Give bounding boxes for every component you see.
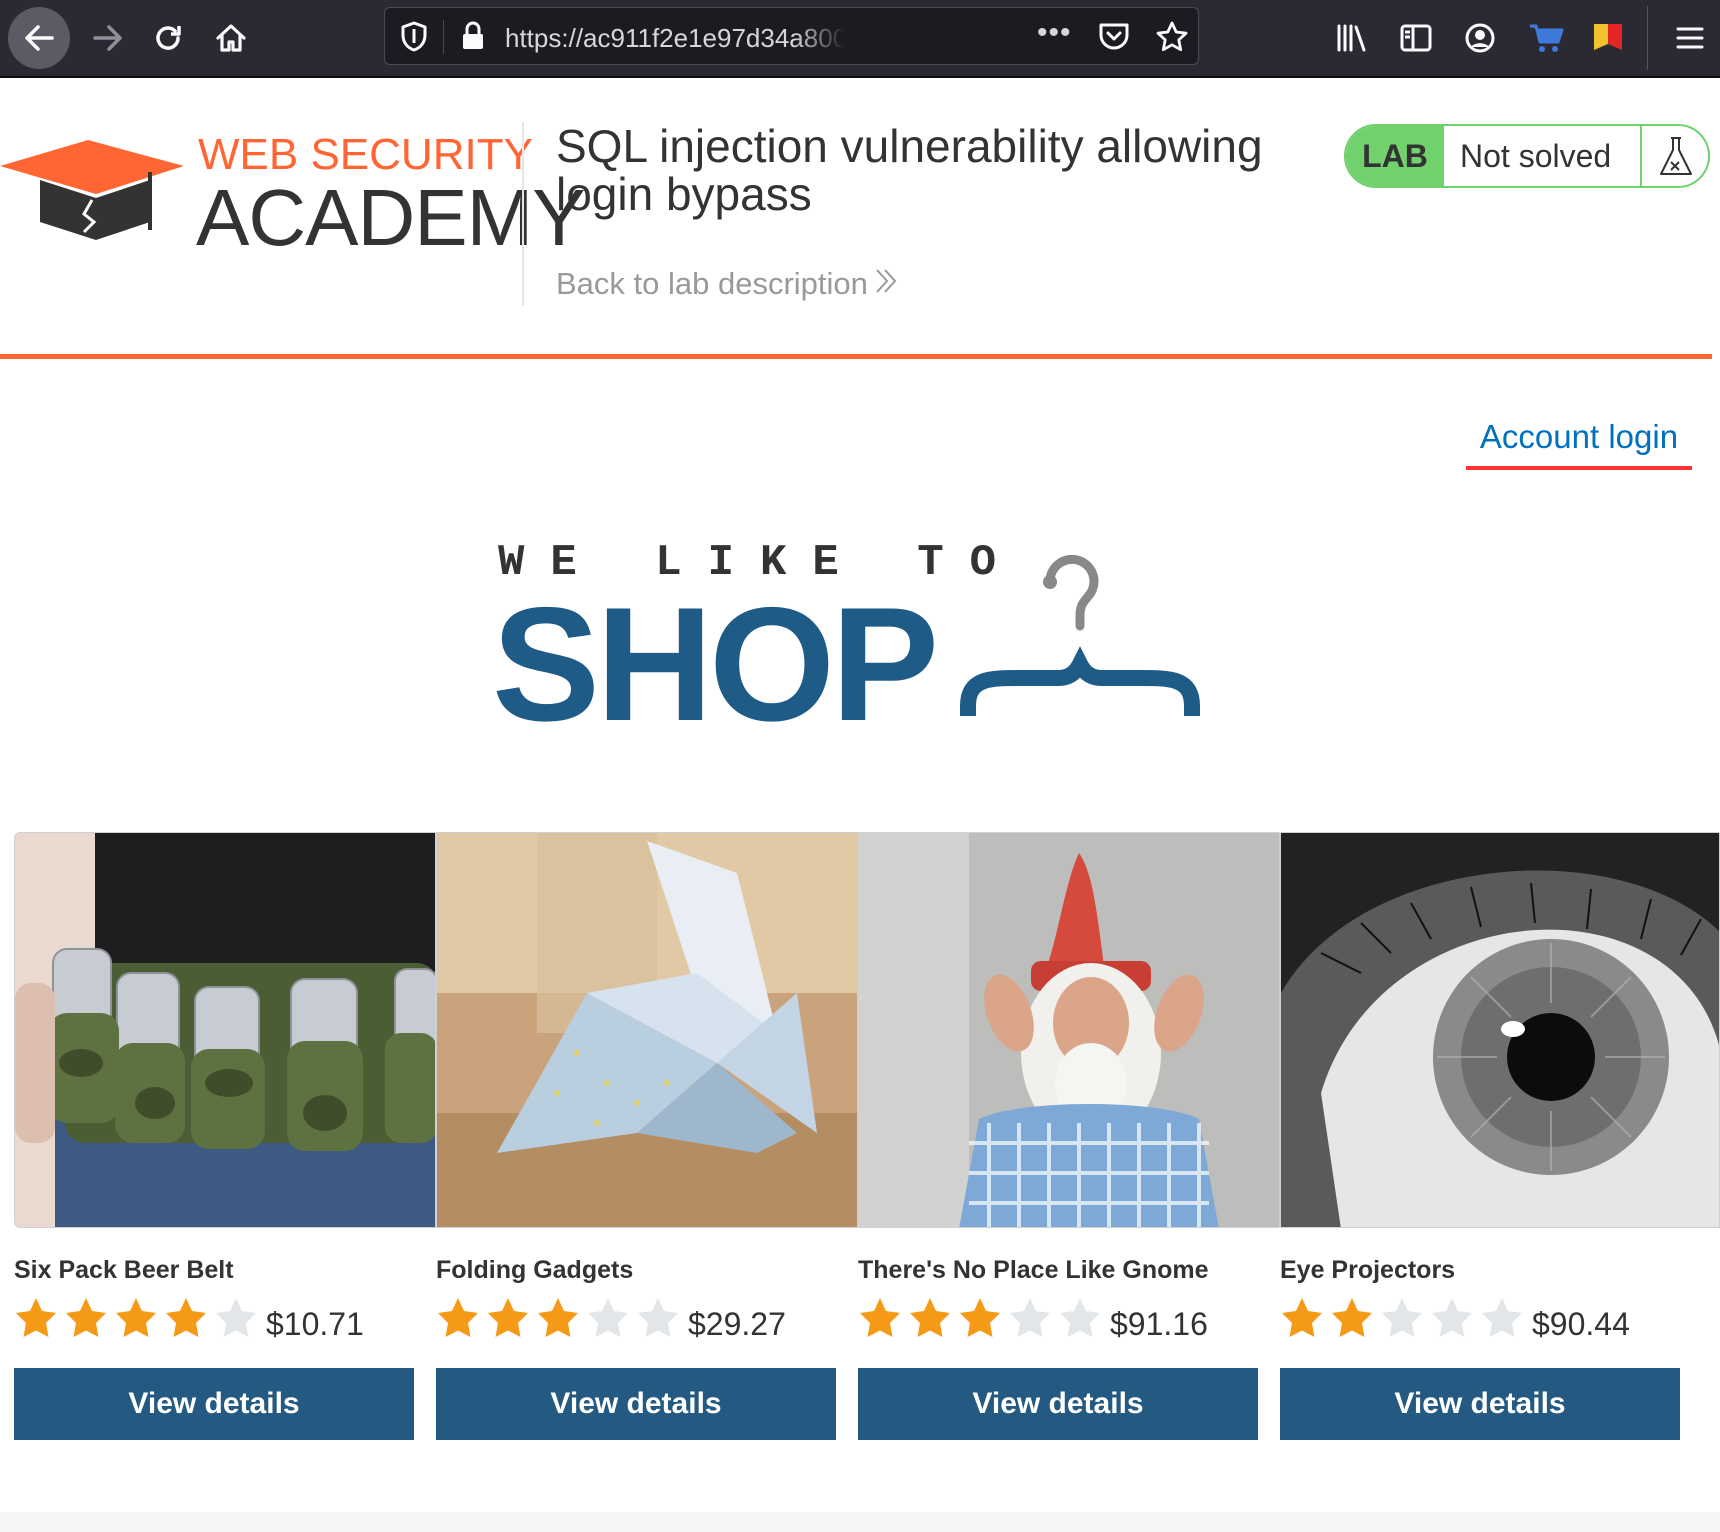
back-to-lab-description-link[interactable]: Back to lab description — [556, 266, 898, 302]
star-empty-icon — [1382, 1298, 1422, 1337]
star-empty-icon — [1010, 1298, 1050, 1337]
star-filled-icon — [860, 1298, 900, 1337]
arrow-left-icon — [25, 25, 54, 51]
pocket-icon[interactable] — [1097, 20, 1131, 57]
lab-badge-label: LAB — [1346, 126, 1444, 186]
product-name[interactable]: Eye Projectors — [1280, 1256, 1455, 1285]
flag-extension-icon[interactable] — [1588, 18, 1628, 58]
home-button[interactable] — [207, 14, 255, 62]
star-empty-icon — [216, 1298, 256, 1337]
product-image-beer-belt[interactable] — [14, 832, 436, 1228]
star-filled-icon — [116, 1298, 156, 1337]
page-actions-menu-icon[interactable]: ••• — [1037, 16, 1072, 50]
star-filled-icon — [1282, 1298, 1322, 1337]
reload-button[interactable] — [144, 14, 192, 62]
lab-status-badge: LAB Not solved — [1344, 124, 1710, 188]
graduation-cap-icon — [0, 140, 184, 240]
star-filled-icon — [66, 1298, 106, 1337]
logo-academy-text: ACADEMY — [196, 173, 586, 262]
product-price: $90.44 — [1532, 1306, 1630, 1342]
header-divider — [522, 122, 524, 306]
product-rating — [14, 1296, 258, 1340]
clothes-hanger-icon — [960, 554, 1200, 716]
star-empty-icon — [1482, 1298, 1522, 1337]
product-price: $91.16 — [1110, 1306, 1208, 1342]
url-divider — [443, 20, 444, 54]
banner-shop-text: SHOP — [492, 574, 939, 755]
star-filled-icon — [960, 1298, 1000, 1337]
arrow-right-icon — [93, 25, 122, 51]
product-name[interactable]: Six Pack Beer Belt — [14, 1256, 234, 1285]
star-filled-icon — [16, 1298, 56, 1337]
product-image-gnome[interactable] — [858, 832, 1280, 1228]
cart-extension-icon[interactable] — [1526, 18, 1566, 58]
star-empty-icon — [638, 1298, 678, 1337]
view-details-button[interactable]: View details — [1280, 1368, 1680, 1440]
hamburger-menu-icon[interactable] — [1670, 18, 1710, 58]
lock-icon[interactable] — [459, 20, 487, 57]
product-grid: Six Pack Beer Belt $10.71 View details F… — [14, 832, 1720, 1440]
star-empty-icon — [1432, 1298, 1472, 1337]
toolbar-divider — [1647, 6, 1648, 70]
view-details-button[interactable]: View details — [436, 1368, 836, 1440]
product-rating — [436, 1296, 680, 1340]
product-rating — [858, 1296, 1102, 1340]
badge-divider — [1640, 126, 1642, 186]
product-price: $29.27 — [688, 1306, 786, 1342]
star-empty-icon — [1060, 1298, 1100, 1337]
product-rating — [1280, 1296, 1524, 1340]
library-icon[interactable] — [1332, 18, 1372, 58]
star-empty-icon — [588, 1298, 628, 1337]
star-filled-icon — [438, 1298, 478, 1337]
bookmark-star-icon[interactable] — [1155, 20, 1189, 59]
star-filled-icon — [488, 1298, 528, 1337]
view-details-button[interactable]: View details — [14, 1368, 414, 1440]
forward-button[interactable] — [84, 14, 132, 62]
lab-status-text: Not solved — [1460, 138, 1612, 174]
header-orange-rule — [0, 354, 1712, 359]
home-icon — [216, 24, 246, 52]
flask-icon — [1660, 137, 1692, 175]
sidebar-icon[interactable] — [1396, 18, 1436, 58]
product-image-folding-gadgets[interactable] — [436, 832, 858, 1228]
reload-icon — [156, 26, 181, 50]
page-bottom-band — [0, 1512, 1720, 1532]
account-login-link[interactable]: Account login — [1466, 418, 1692, 470]
star-filled-icon — [166, 1298, 206, 1337]
star-filled-icon — [910, 1298, 950, 1337]
double-chevron-right-icon — [876, 269, 897, 293]
tracking-protection-shield-icon[interactable] — [399, 20, 429, 57]
star-filled-icon — [538, 1298, 578, 1337]
product-name[interactable]: There's No Place Like Gnome — [858, 1256, 1209, 1285]
product-price: $10.71 — [266, 1306, 364, 1342]
lab-title: SQL injection vulnerability allowing log… — [556, 120, 1263, 220]
back-button[interactable] — [8, 7, 70, 69]
url-text[interactable]: https://ac911f2e1e97d34a80020aed — [505, 22, 845, 54]
view-details-button[interactable]: View details — [858, 1368, 1258, 1440]
product-name[interactable]: Folding Gadgets — [436, 1256, 633, 1285]
product-image-eye-projectors[interactable] — [1280, 832, 1720, 1228]
star-filled-icon — [1332, 1298, 1372, 1337]
browser-toolbar: https://ac911f2e1e97d34a80020aed ••• — [0, 0, 1720, 78]
back-link-label: Back to lab description — [556, 266, 868, 301]
url-bar[interactable]: https://ac911f2e1e97d34a80020aed ••• — [384, 7, 1199, 65]
account-icon[interactable] — [1460, 18, 1500, 58]
